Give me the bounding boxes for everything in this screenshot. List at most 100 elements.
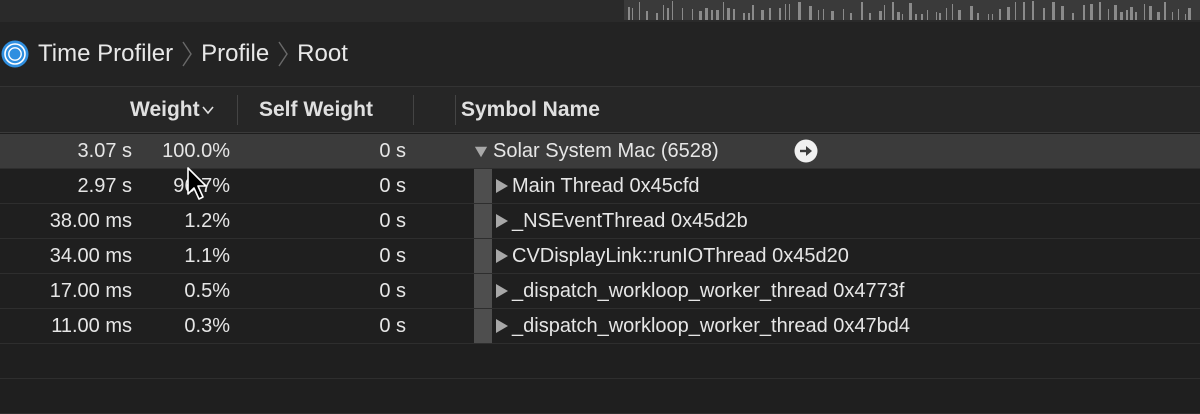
column-divider[interactable] [455,95,456,125]
cpu-activity-tick [632,8,633,20]
cpu-activity-tick [988,14,989,20]
disclosure-triangle-collapsed-icon[interactable] [495,178,509,194]
cpu-activity-tick [1172,12,1173,20]
cpu-activity-tick [921,14,923,20]
symbol-name: Solar System Mac (6528) [493,140,719,162]
cpu-activity-tick [869,13,871,20]
cpu-activity-tick [705,8,708,20]
disclosure-triangle-collapsed-icon[interactable] [495,318,509,334]
table-row[interactable]: 34.00 ms 1.1% 0 s CVDisplayLink::runIOTh… [0,239,1200,274]
cpu-activity-tick [818,10,819,20]
cpu-activity-tick [1099,2,1101,20]
cpu-usage-graph [628,1,1191,20]
cpu-activity-tick [1135,12,1137,20]
weight-time: 34.00 ms [49,245,132,267]
cpu-activity-tick [656,13,658,20]
cpu-activity-tick [915,14,917,20]
cpu-activity-tick [699,11,702,20]
column-divider[interactable] [413,95,414,125]
table-row[interactable]: 17.00 ms 0.5% 0 s _dispatch_workloop_wor… [0,274,1200,309]
cpu-activity-tick [711,10,713,20]
cpu-activity-tick [946,8,947,20]
cpu-activity-tick [939,13,941,20]
self-weight: 0 s [379,280,406,302]
cpu-activity-tick [672,1,673,20]
tree-indent-guide [474,169,492,203]
table-row[interactable]: 2.97 s 96.7% 0 s Main Thread 0x45cfd [0,169,1200,204]
weight-column-header[interactable]: Weight [130,87,214,132]
cpu-activity-tick [628,7,630,20]
breadcrumb-item-profile[interactable]: Profile [201,40,269,68]
cpu-activity-tick [1144,4,1145,20]
cpu-activity-tick [1149,6,1152,20]
cpu-activity-tick [1164,2,1166,20]
column-divider[interactable] [237,95,238,125]
weight-percent: 0.3% [184,315,230,337]
breadcrumb-item-root[interactable]: Root [297,40,348,68]
cpu-usage-track[interactable] [624,0,1200,20]
cpu-activity-tick [1032,1,1034,20]
cpu-activity-tick [1007,7,1010,20]
disclosure-triangle-collapsed-icon[interactable] [495,283,509,299]
table-row[interactable]: 38.00 ms 1.2% 0 s _NSEventThread 0x45d2b [0,204,1200,239]
cpu-activity-tick [1178,9,1179,20]
cpu-activity-tick [927,10,928,20]
cpu-activity-tick [789,4,790,20]
tree-indent-guide [474,239,492,273]
weight-percent: 1.1% [184,245,230,267]
cpu-activity-tick [897,12,900,20]
self-weight: 0 s [379,140,406,162]
cpu-activity-tick [748,13,750,20]
cpu-activity-tick [1052,2,1055,20]
cpu-activity-tick [1157,12,1160,20]
tree-indent-guide [474,204,492,238]
cpu-activity-tick [723,2,724,20]
cpu-activity-tick [1130,7,1133,20]
cpu-activity-tick [1108,9,1109,20]
self-weight: 0 s [379,210,406,232]
empty-row [0,344,1200,379]
time-profiler-window: Time Profiler Profile Root Weight Self W… [0,0,1200,414]
cpu-activity-tick [1188,8,1191,20]
cpu-activity-tick [992,14,993,20]
cpu-activity-tick [861,2,863,20]
cpu-activity-tick [850,13,852,20]
self-weight: 0 s [379,315,406,337]
cpu-activity-tick [1114,5,1117,20]
cpu-activity-tick [639,2,640,20]
weight-header-label: Weight [130,98,200,121]
cpu-activity-tick [884,5,885,20]
cpu-activity-tick [902,14,903,20]
cpu-activity-tick [1023,2,1025,20]
cpu-activity-tick [692,9,693,20]
table-row[interactable]: 11.00 ms 0.3% 0 s _dispatch_workloop_wor… [0,309,1200,344]
self-weight: 0 s [379,245,406,267]
disclosure-triangle-expanded-icon[interactable] [474,144,488,160]
cpu-activity-tick [909,3,912,20]
cpu-activity-tick [743,13,745,20]
cpu-activity-tick [798,2,801,20]
cpu-activity-tick [892,2,894,20]
table-row[interactable]: 3.07 s 100.0% 0 s Solar System Mac (6528… [0,134,1200,169]
arrow-right-circle-icon[interactable] [794,139,818,163]
cpu-activity-tick [663,5,664,20]
disclosure-triangle-collapsed-icon[interactable] [495,213,509,229]
cpu-activity-tick [977,13,979,20]
symbol-name: _NSEventThread 0x45d2b [512,210,748,232]
weight-percent: 100.0% [162,140,230,162]
breadcrumb-item-time-profiler[interactable]: Time Profiler [38,40,173,68]
cpu-activity-tick [809,6,812,20]
symbol-name: Main Thread 0x45cfd [512,175,700,197]
tree-indent-guide [474,309,492,343]
weight-percent: 1.2% [184,210,230,232]
cpu-activity-tick [733,9,735,20]
disclosure-triangle-collapsed-icon[interactable] [495,248,509,264]
time-profiler-icon [1,40,29,68]
cpu-activity-tick [843,9,844,20]
weight-percent: 0.5% [184,280,230,302]
cpu-activity-tick [752,5,754,20]
symbol-name-column-header[interactable]: Symbol Name [461,87,600,132]
weight-time: 17.00 ms [49,280,132,302]
cpu-activity-tick [769,8,771,20]
self-weight-column-header[interactable]: Self Weight [259,87,373,132]
